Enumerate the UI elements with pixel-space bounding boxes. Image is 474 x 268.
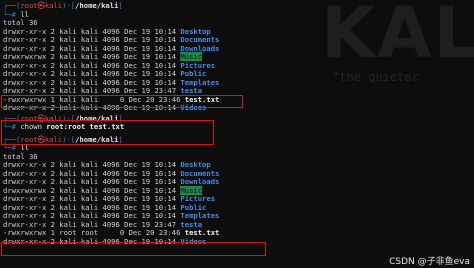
command-text: chown — [20, 122, 42, 131]
prompt-path: /home/kali — [75, 134, 119, 144]
prompt-host: kali — [44, 134, 63, 144]
prompt-line-command: └─# ll — [3, 143, 29, 152]
listing-row-name: Videos — [180, 103, 207, 112]
directory-listing: drwxr-xr-x 2 kali kali 4096 Dec 19 10:14… — [3, 160, 474, 247]
terminal-window[interactable]: KAL "the quieter ┌──(root㉿kali)-[/home/k… — [0, 0, 474, 268]
prompt-host: kali — [44, 1, 63, 10]
listing-row-meta: drwxr-xr-x 2 kali kali 4096 Dec 19 10:14 — [3, 236, 181, 246]
directory-listing: drwxr-xr-x 2 kali kali 4096 Dec 19 10:14… — [3, 27, 474, 113]
prompt-line-command: └─# ll — [3, 9, 29, 19]
csdn-watermark: CSDN @子非鱼eva — [389, 256, 470, 267]
listing-row: drwxr-xr-x 2 kali kali 4096 Dec 19 10:14… — [3, 103, 474, 113]
command-args: root:root test.txt — [46, 122, 125, 131]
listing-row: drwxr-xr-x 2 kali kali 4096 Dec 19 10:14… — [3, 236, 474, 247]
listing-row-name: Videos — [180, 236, 207, 246]
terminal-output: ┌──(root㉿kali)-[/home/kali] └─# ll total… — [3, 1, 474, 247]
prompt-line-top: ┌──(root㉿kali)-[/home/kali] — [3, 1, 123, 10]
prompt-line-command: └─# chown root:root test.txt — [3, 122, 125, 131]
prompt-line-top: ┌──(root㉿kali)-[/home/kali] — [3, 134, 123, 144]
listing-row-meta: drwxr-xr-x 2 kali kali 4096 Dec 19 10:14 — [3, 103, 181, 112]
listing-row-name: Downloads — [180, 177, 220, 186]
command-text: ll — [20, 143, 29, 152]
prompt-path: /home/kali — [75, 1, 119, 10]
